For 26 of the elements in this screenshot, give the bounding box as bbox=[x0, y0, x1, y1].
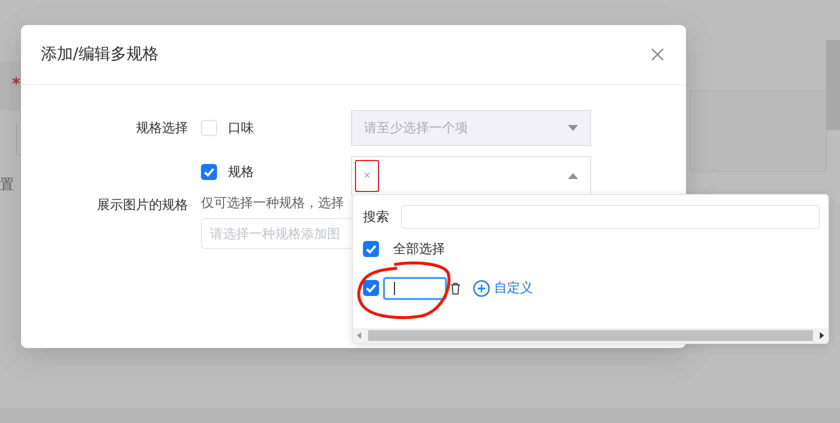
caret-icon bbox=[568, 173, 578, 179]
background-text: 置 bbox=[0, 176, 14, 194]
close-icon[interactable] bbox=[651, 48, 664, 61]
horizontal-scrollbar[interactable] bbox=[353, 328, 828, 343]
input-field[interactable] bbox=[383, 276, 447, 300]
select-field[interactable]: × bbox=[351, 156, 591, 196]
tag-remove-button[interactable]: × bbox=[355, 160, 379, 192]
checkbox[interactable] bbox=[363, 280, 379, 296]
form-label: 展示图片的规格 bbox=[97, 198, 188, 213]
trash-icon[interactable] bbox=[450, 282, 461, 294]
checkbox[interactable] bbox=[201, 164, 217, 180]
plus-circle-icon bbox=[473, 280, 490, 296]
required-mark: * bbox=[12, 76, 20, 92]
hint-text: 仅可选择一种规格，选择 bbox=[201, 195, 345, 212]
search-label: 搜索 bbox=[363, 209, 390, 226]
add-custom-button[interactable]: 自定义 bbox=[473, 279, 533, 297]
caret-icon bbox=[568, 125, 578, 131]
scroll-left-icon[interactable] bbox=[357, 332, 362, 339]
scroll-right-icon[interactable] bbox=[819, 332, 824, 339]
form-label: 规格选择 bbox=[136, 121, 188, 136]
checkbox-label: 全部选择 bbox=[393, 241, 445, 258]
dialog-title: 添加/编辑多规格 bbox=[41, 44, 158, 65]
checkbox-label: 规格 bbox=[228, 164, 254, 181]
checkbox[interactable] bbox=[363, 241, 379, 257]
checkbox-label: 口味 bbox=[228, 120, 254, 137]
search-field[interactable] bbox=[401, 205, 820, 229]
